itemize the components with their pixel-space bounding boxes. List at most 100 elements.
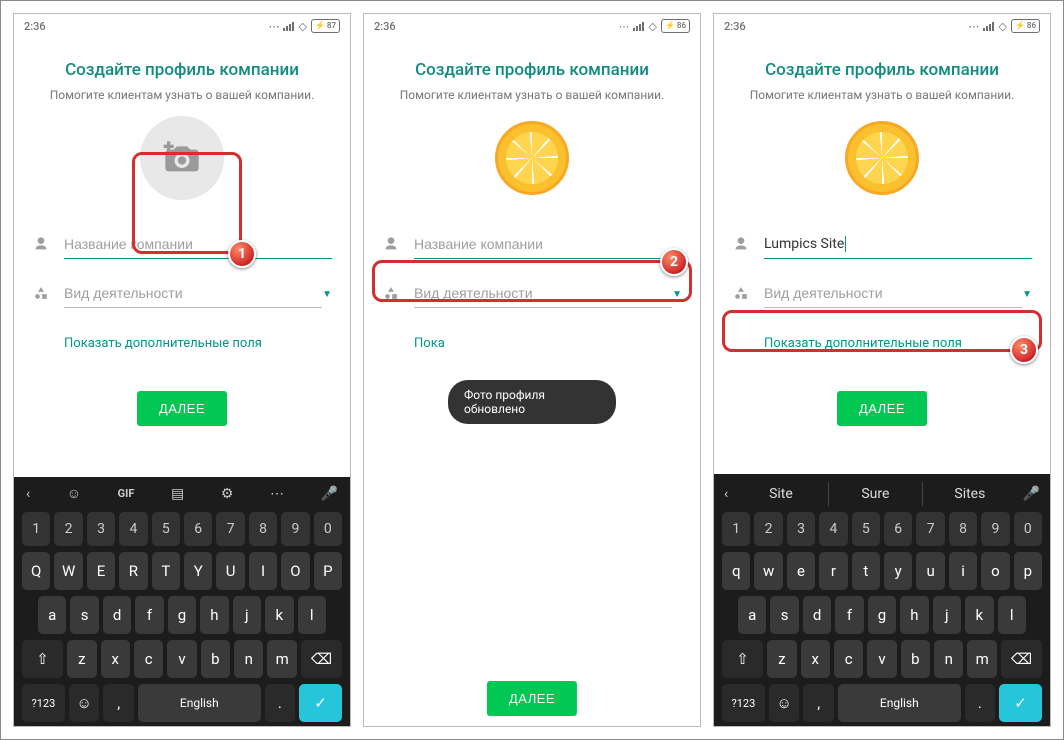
key-o[interactable]: o (981, 552, 1009, 590)
key-s[interactable]: s (70, 596, 98, 634)
key-q[interactable]: Q (22, 552, 50, 590)
key-space[interactable]: English (138, 684, 260, 722)
avatar-upload[interactable] (485, 116, 579, 210)
key-w[interactable]: W (54, 552, 82, 590)
key-g[interactable]: g (868, 596, 896, 634)
key-v[interactable]: v (867, 640, 896, 678)
suggestion-2[interactable]: Sure (829, 482, 922, 506)
next-button[interactable]: ДАЛЕЕ (487, 681, 577, 716)
key-5[interactable]: 5 (152, 512, 180, 546)
key-z[interactable]: z (67, 640, 96, 678)
key-1[interactable]: 1 (22, 512, 50, 546)
key-0[interactable]: 0 (1014, 512, 1042, 546)
avatar-upload[interactable] (135, 116, 229, 210)
key-s[interactable]: s (770, 596, 798, 634)
key-8[interactable]: 8 (949, 512, 977, 546)
avatar-upload[interactable] (835, 116, 929, 210)
activity-dropdown[interactable] (64, 281, 322, 308)
key-symbols[interactable]: ?123 (22, 684, 65, 722)
key-u[interactable]: U (216, 552, 244, 590)
key-h[interactable]: h (200, 596, 228, 634)
key-2[interactable]: 2 (54, 512, 82, 546)
key-e[interactable]: E (87, 552, 115, 590)
key-m[interactable]: m (267, 640, 296, 678)
key-3[interactable]: 3 (787, 512, 815, 546)
key-f[interactable]: f (135, 596, 163, 634)
key-e[interactable]: e (787, 552, 815, 590)
key-u[interactable]: u (916, 552, 944, 590)
key-enter[interactable]: ✓ (299, 684, 342, 722)
next-button[interactable]: ДАЛЕЕ (137, 391, 227, 426)
key-h[interactable]: h (900, 596, 928, 634)
key-period[interactable]: . (965, 684, 996, 722)
clipboard-icon[interactable]: ▤ (171, 486, 184, 502)
key-g[interactable]: g (168, 596, 196, 634)
key-t[interactable]: T (152, 552, 180, 590)
key-c[interactable]: c (134, 640, 163, 678)
key-8[interactable]: 8 (249, 512, 277, 546)
mic-icon[interactable]: 🎤 (1023, 486, 1040, 502)
key-b[interactable]: b (201, 640, 230, 678)
key-d[interactable]: d (103, 596, 131, 634)
key-a[interactable]: a (38, 596, 66, 634)
key-l[interactable]: l (298, 596, 326, 634)
key-emoji[interactable]: ☺ (769, 684, 800, 722)
key-q[interactable]: q (722, 552, 750, 590)
key-6[interactable]: 6 (884, 512, 912, 546)
show-more-fields-link[interactable]: Пока (414, 336, 444, 351)
key-i[interactable]: I (249, 552, 277, 590)
key-comma[interactable]: , (103, 684, 134, 722)
key-y[interactable]: y (884, 552, 912, 590)
key-space[interactable]: English (838, 684, 960, 722)
key-j[interactable]: j (933, 596, 961, 634)
key-emoji[interactable]: ☺ (69, 684, 100, 722)
key-n[interactable]: n (934, 640, 963, 678)
keyboard[interactable]: ‹ Site Sure Sites 🎤 1 2 3 4 5 6 7 8 9 0 … (714, 474, 1050, 726)
key-7[interactable]: 7 (216, 512, 244, 546)
key-r[interactable]: R (119, 552, 147, 590)
key-z[interactable]: z (767, 640, 796, 678)
company-name-input[interactable] (414, 232, 682, 259)
key-p[interactable]: p (1014, 552, 1042, 590)
key-i[interactable]: i (949, 552, 977, 590)
key-backspace[interactable]: ⌫ (301, 640, 342, 678)
key-c[interactable]: c (834, 640, 863, 678)
key-4[interactable]: 4 (119, 512, 147, 546)
key-period[interactable]: . (265, 684, 296, 722)
gif-icon[interactable]: GIF (118, 487, 135, 500)
key-x[interactable]: x (101, 640, 130, 678)
key-p[interactable]: P (314, 552, 342, 590)
key-5[interactable]: 5 (852, 512, 880, 546)
keyboard[interactable]: ‹ ☺ GIF ▤ ⚙ ⋯ 🎤 1 2 3 4 5 6 7 8 9 0 Q W … (14, 477, 350, 726)
key-enter[interactable]: ✓ (999, 684, 1042, 722)
key-r[interactable]: r (819, 552, 847, 590)
next-button[interactable]: ДАЛЕЕ (837, 391, 927, 426)
key-k[interactable]: k (965, 596, 993, 634)
key-y[interactable]: Y (184, 552, 212, 590)
key-f[interactable]: f (835, 596, 863, 634)
key-b[interactable]: b (901, 640, 930, 678)
suggestion-1[interactable]: Site (734, 482, 827, 506)
key-0[interactable]: 0 (314, 512, 342, 546)
key-comma[interactable]: , (803, 684, 834, 722)
activity-dropdown[interactable] (764, 281, 1022, 308)
company-name-input[interactable]: Lumpics Site (764, 232, 1032, 259)
chevron-left-icon[interactable]: ‹ (724, 486, 728, 502)
settings-icon[interactable]: ⚙ (221, 486, 234, 502)
key-6[interactable]: 6 (184, 512, 212, 546)
key-1[interactable]: 1 (722, 512, 750, 546)
company-name-input[interactable] (64, 232, 332, 259)
key-symbols[interactable]: ?123 (722, 684, 765, 722)
suggestion-3[interactable]: Sites (923, 482, 1016, 506)
key-w[interactable]: w (754, 552, 782, 590)
key-shift[interactable]: ⇧ (722, 640, 763, 678)
key-9[interactable]: 9 (981, 512, 1009, 546)
key-2[interactable]: 2 (754, 512, 782, 546)
activity-dropdown[interactable] (414, 281, 672, 308)
key-t[interactable]: t (852, 552, 880, 590)
key-x[interactable]: x (801, 640, 830, 678)
sticker-icon[interactable]: ☺ (67, 485, 81, 502)
key-o[interactable]: O (281, 552, 309, 590)
key-4[interactable]: 4 (819, 512, 847, 546)
chevron-left-icon[interactable]: ‹ (26, 486, 30, 502)
